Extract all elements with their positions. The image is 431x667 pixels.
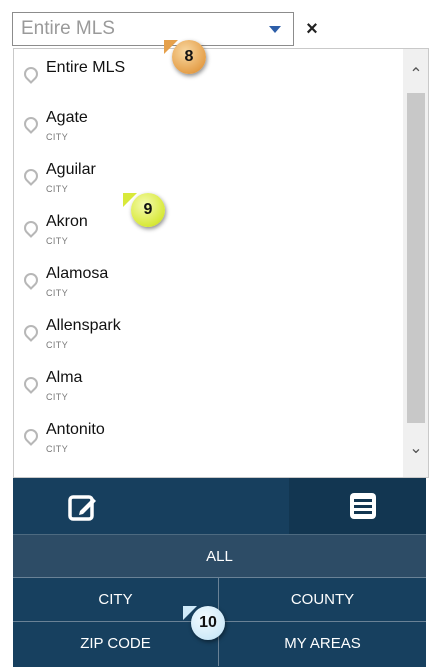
map-pin-icon (21, 270, 41, 290)
location-list-item[interactable]: Entire MLS (14, 51, 404, 103)
county-button[interactable]: COUNTY (219, 578, 426, 622)
map-pin-icon (21, 218, 41, 238)
callout-badge-8: 8 (164, 40, 206, 74)
chevron-up-icon[interactable]: ⌃ (408, 67, 424, 83)
close-button[interactable]: × (300, 16, 324, 42)
map-pin-icon (21, 374, 41, 394)
map-pin-icon (21, 114, 41, 134)
location-type-label: CITY (46, 288, 69, 298)
my-areas-button[interactable]: MY AREAS (219, 622, 426, 666)
callout-badge-9: 9 (123, 193, 165, 227)
location-name: Allenspark (46, 317, 121, 334)
chevron-down-icon[interactable]: ⌄ (408, 441, 424, 457)
location-name: Aguilar (46, 161, 96, 178)
location-dropdown: Entire MLS Agate CITY Aguilar CITY Akron CITY A… (13, 48, 429, 478)
location-type-label: CITY (46, 444, 69, 454)
zip-code-button[interactable]: ZIP CODE (13, 622, 219, 666)
map-pin-icon (21, 64, 41, 84)
location-name: Akron (46, 213, 88, 230)
location-name: Alma (46, 369, 83, 386)
location-name: Entire MLS (46, 59, 126, 76)
map-pin-icon (21, 166, 41, 186)
callout-badge-10: 10 (183, 606, 225, 640)
edit-icon (68, 495, 96, 521)
list-icon (350, 493, 376, 519)
location-list-item[interactable]: Alamosa CITY (14, 257, 404, 309)
list-view-button[interactable] (289, 478, 426, 534)
location-list-item[interactable]: Aguilar CITY (14, 153, 404, 205)
map-pin-icon (21, 426, 41, 446)
edit-view-button[interactable] (13, 478, 289, 534)
location-list-item[interactable]: Allenspark CITY (14, 309, 404, 361)
all-button[interactable]: ALL (13, 534, 426, 578)
view-toggle-row (13, 478, 426, 534)
location-list-item[interactable]: Alma CITY (14, 361, 404, 413)
location-type-label: CITY (46, 340, 69, 350)
location-list-item[interactable]: Agate CITY (14, 101, 404, 153)
location-search-input[interactable] (13, 13, 279, 45)
location-list-item[interactable]: Antonito CITY (14, 413, 404, 465)
location-type-label: CITY (46, 392, 69, 402)
location-search-combobox[interactable] (12, 12, 294, 46)
area-filter-toolbar: ALL CITY COUNTY ZIP CODE MY AREAS (13, 478, 426, 667)
scrollbar[interactable]: ⌃ ⌄ (403, 49, 428, 477)
caret-down-icon[interactable] (269, 26, 281, 33)
location-type-label: CITY (46, 236, 69, 246)
location-name: Alamosa (46, 265, 109, 282)
location-list-item[interactable]: Akron CITY (14, 205, 404, 257)
location-name: Antonito (46, 421, 105, 438)
location-type-label: CITY (46, 184, 69, 194)
map-pin-icon (21, 322, 41, 342)
location-type-label: CITY (46, 132, 69, 142)
scrollbar-thumb[interactable] (407, 93, 425, 423)
location-name: Agate (46, 109, 88, 126)
